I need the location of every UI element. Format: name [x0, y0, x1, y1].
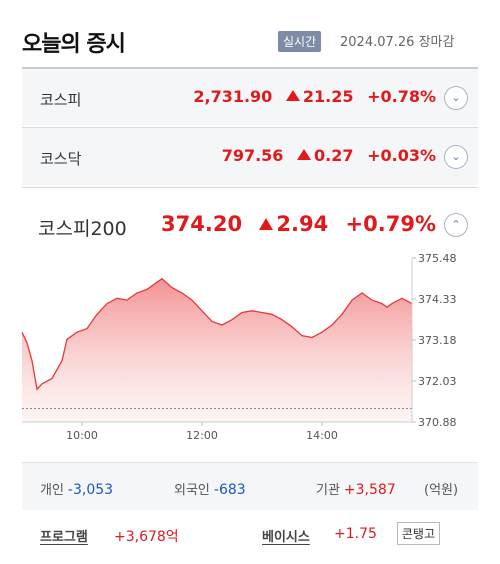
flow-foreign: 외국인 -683	[174, 479, 246, 498]
realtime-badge: 실시간	[278, 31, 322, 52]
y-tick-label: 375.48	[418, 252, 457, 265]
flow-individual: 개인 -3,053	[40, 479, 113, 498]
y-tick-label: 374.33	[418, 293, 457, 306]
chevron-down-icon[interactable]: ⌄	[444, 86, 468, 110]
program-trading-link[interactable]: 프로그램	[40, 526, 88, 545]
investor-flow: 개인 -3,053 외국인 -683 기관 +3,587 (억원)	[22, 462, 478, 510]
index-name: 코스닥	[40, 150, 82, 168]
index-value: 2,731.90	[193, 87, 273, 106]
y-tick-label: 370.88	[418, 416, 457, 429]
price-area	[22, 278, 412, 422]
basis-value: +1.75	[334, 526, 377, 542]
index-name: 코스피200	[38, 218, 127, 240]
index-rate: +0.78%	[367, 87, 436, 106]
up-triangle-icon	[297, 149, 312, 160]
flow-label: 기관	[316, 483, 340, 498]
kospi200-intraday-chart: 375.48 374.33 373.18 372.03 370.88 10:00 12:00…	[21, 252, 457, 440]
flow-institution: 기관 +3,587	[316, 479, 396, 498]
index-change: 2.94	[259, 212, 328, 236]
index-row-kosdaq[interactable]: 코스닥 797.56 0.27 +0.03% ⌄	[22, 127, 478, 185]
index-values: 2,731.90 21.25 +0.78%	[185, 87, 436, 106]
index-rate: +0.03%	[367, 146, 436, 165]
program-basis-bar: 프로그램 +3,678억 베이시스 +1.75 콘탱고	[22, 518, 478, 554]
index-rate: +0.79%	[345, 212, 436, 236]
index-values: 797.56 0.27 +0.03%	[214, 146, 436, 165]
index-value: 374.20	[161, 212, 243, 236]
chevron-down-icon[interactable]: ⌄	[444, 145, 468, 169]
up-triangle-icon	[285, 90, 300, 101]
index-change: 0.27	[297, 146, 354, 165]
index-row-kospi[interactable]: 코스피 2,731.90 21.25 +0.78% ⌄	[22, 67, 478, 125]
up-triangle-icon	[259, 218, 274, 230]
flow-value: +3,587	[343, 482, 396, 498]
program-value: +3,678억	[114, 529, 179, 545]
index-value: 797.56	[221, 146, 284, 165]
x-tick-label: 14:00	[306, 429, 338, 440]
flow-label: 외국인	[174, 483, 210, 498]
contango-button[interactable]: 콘탱고	[396, 522, 440, 545]
flow-value: -683	[213, 482, 246, 498]
page-title: 오늘의 증시	[22, 32, 126, 57]
y-tick-label: 372.03	[418, 375, 457, 388]
market-timestamp: 2024.07.26 장마감	[340, 35, 455, 50]
x-tick-label: 12:00	[186, 429, 218, 440]
flow-unit: (억원)	[424, 483, 459, 498]
chevron-up-icon[interactable]: ⌃	[444, 213, 468, 237]
market-header: 오늘의 증시 실시간 2024.07.26 장마감	[0, 0, 500, 66]
x-tick-label: 10:00	[66, 429, 98, 440]
index-change: 21.25	[285, 87, 354, 106]
index-values: 374.20 2.94 +0.79%	[151, 212, 436, 236]
y-tick-label: 373.18	[418, 334, 457, 347]
basis-link[interactable]: 베이시스	[262, 526, 310, 545]
flow-label: 개인	[40, 483, 64, 498]
index-name: 코스피	[40, 91, 82, 109]
flow-value: -3,053	[67, 482, 114, 498]
